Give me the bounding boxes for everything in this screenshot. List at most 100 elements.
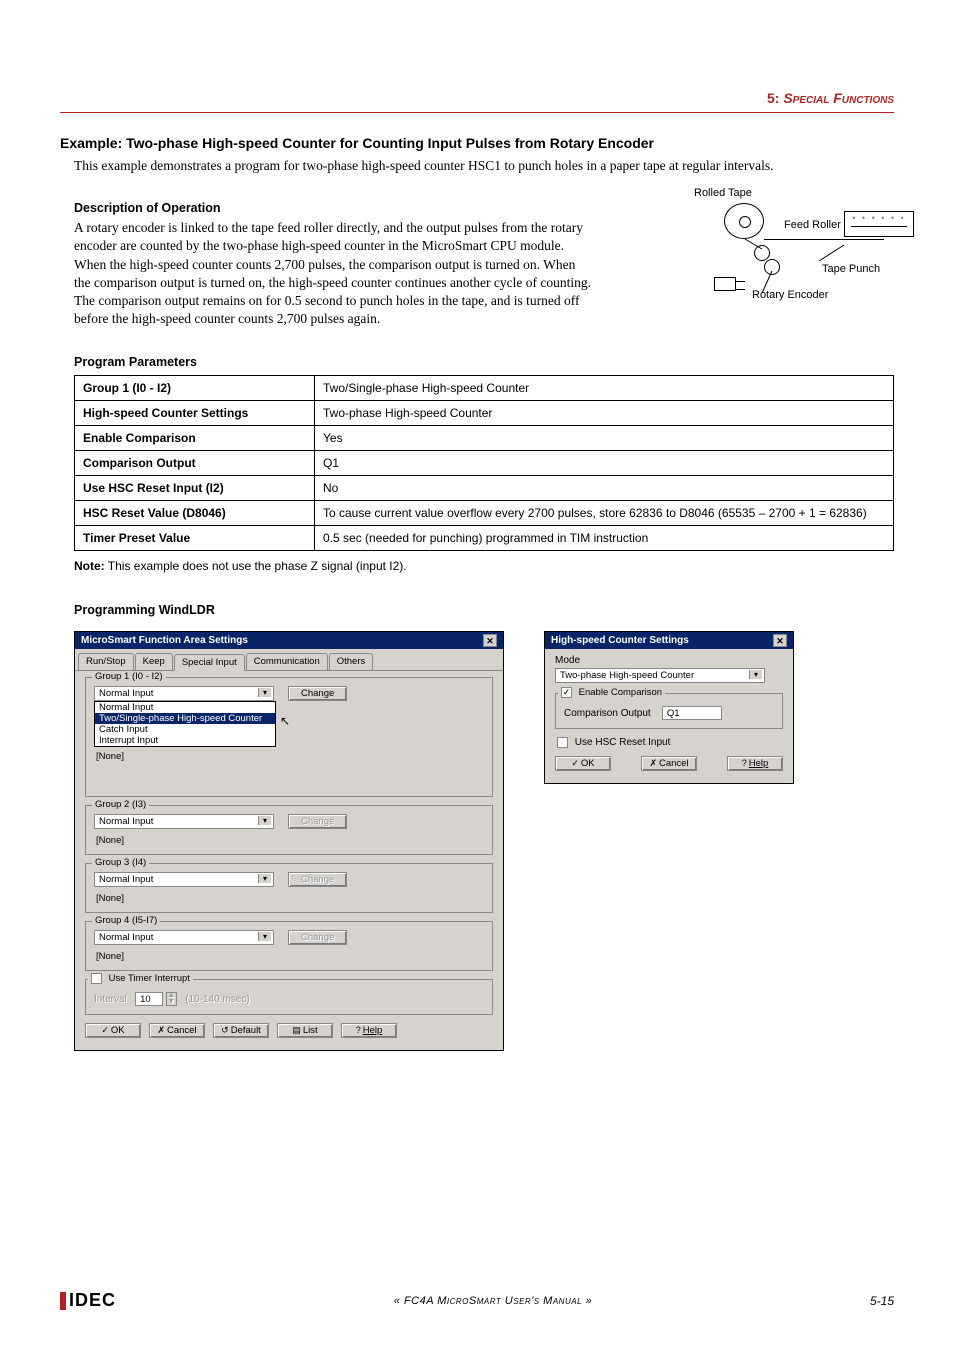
mode-value: Two-phase High-speed Counter bbox=[560, 670, 694, 681]
group1-box: Group 1 (I0 - I2) Normal Input Normal In… bbox=[85, 677, 493, 797]
param-value: No bbox=[315, 475, 894, 500]
check-icon: ✓ bbox=[571, 758, 579, 768]
dropdown-list: Normal InputTwo/Single-phase High-speed … bbox=[94, 701, 276, 747]
operation-diagram: Rolled Tape Feed Roller • • • • • • Tape… bbox=[614, 189, 894, 329]
dialog2-buttons: ✓OK ✗Cancel ?Help bbox=[555, 756, 783, 773]
note-line: Note: This example does not use the phas… bbox=[74, 559, 894, 573]
dialog1-title: MicroSmart Function Area Settings bbox=[81, 635, 248, 646]
group2-box: Group 2 (I3) Normal Input Change [None] bbox=[85, 805, 493, 855]
group3-change-button: Change bbox=[288, 872, 347, 887]
x-icon: ✗ bbox=[649, 758, 657, 768]
description-heading: Description of Operation bbox=[74, 201, 594, 215]
list-button[interactable]: ▤List bbox=[277, 1023, 333, 1038]
param-value: Two-phase High-speed Counter bbox=[315, 400, 894, 425]
dialog1-titlebar: MicroSmart Function Area Settings ✕ bbox=[75, 632, 503, 649]
page-footer: IDEC « FC4A MicroSmart User's Manual » 5… bbox=[60, 1290, 894, 1311]
help-icon: ? bbox=[356, 1025, 361, 1035]
dialog1-buttons: ✓OK ✗Cancel ↺Default ▤List ?Help bbox=[85, 1023, 493, 1040]
param-value: Q1 bbox=[315, 450, 894, 475]
logo-text: IDEC bbox=[69, 1290, 116, 1311]
group1-label: Group 1 (I0 - I2) bbox=[92, 671, 166, 682]
note-text: This example does not use the phase Z si… bbox=[105, 559, 407, 573]
cancel-button[interactable]: ✗Cancel bbox=[641, 756, 697, 771]
group2-change-button: Change bbox=[288, 814, 347, 829]
dropdown-option[interactable]: Normal Input bbox=[95, 702, 275, 713]
description-body: A rotary encoder is linked to the tape f… bbox=[74, 219, 594, 328]
hsc-settings-dialog: High-speed Counter Settings ✕ Mode Two-p… bbox=[544, 631, 794, 784]
tab-special-input[interactable]: Special Input bbox=[174, 654, 245, 671]
enable-comparison-label: Enable Comparison bbox=[579, 687, 662, 698]
function-area-settings-dialog: MicroSmart Function Area Settings ✕ Run/… bbox=[74, 631, 504, 1051]
param-value: Two/Single-phase High-speed Counter bbox=[315, 375, 894, 400]
group1-change-button[interactable]: Change bbox=[288, 686, 347, 701]
table-row: High-speed Counter SettingsTwo-phase Hig… bbox=[75, 400, 894, 425]
programming-heading: Programming WindLDR bbox=[74, 603, 894, 617]
tab-run-stop[interactable]: Run/Stop bbox=[78, 653, 134, 670]
dialog2-titlebar: High-speed Counter Settings ✕ bbox=[545, 632, 793, 649]
param-key: Enable Comparison bbox=[75, 425, 315, 450]
param-key: Group 1 (I0 - I2) bbox=[75, 375, 315, 400]
param-key: High-speed Counter Settings bbox=[75, 400, 315, 425]
param-value: 0.5 sec (needed for punching) programmed… bbox=[315, 525, 894, 550]
table-row: Group 1 (I0 - I2)Two/Single-phase High-s… bbox=[75, 375, 894, 400]
idec-logo: IDEC bbox=[60, 1290, 116, 1311]
dialog1-tabs: Run/StopKeepSpecial InputCommunicationOt… bbox=[75, 649, 503, 671]
example-intro: This example demonstrates a program for … bbox=[74, 157, 894, 175]
group1-mode-dropdown[interactable]: Normal Input Normal InputTwo/Single-phas… bbox=[94, 686, 274, 701]
dropdown-option[interactable]: Interrupt Input bbox=[95, 735, 275, 746]
ok-button[interactable]: ✓OK bbox=[555, 756, 611, 771]
help-button[interactable]: ?Help bbox=[727, 756, 783, 771]
cancel-button[interactable]: ✗Cancel bbox=[149, 1023, 205, 1038]
close-icon[interactable]: ✕ bbox=[483, 634, 497, 647]
dropdown-option[interactable]: Two/Single-phase High-speed Counter bbox=[95, 713, 275, 724]
program-parameters-table: Group 1 (I0 - I2)Two/Single-phase High-s… bbox=[74, 375, 894, 551]
dropdown-selected: Normal Input bbox=[99, 816, 153, 827]
group3-mode-dropdown[interactable]: Normal Input bbox=[94, 872, 274, 887]
help-button[interactable]: ?Help bbox=[341, 1023, 397, 1038]
chapter-header: 5: Special Functions bbox=[60, 90, 894, 106]
mode-dropdown[interactable]: Two-phase High-speed Counter bbox=[555, 668, 765, 683]
spinner-icon[interactable]: ▲▼ bbox=[166, 992, 177, 1006]
comparison-box: ✓ Enable Comparison Comparison Output Q1 bbox=[555, 693, 783, 729]
group3-none: [None] bbox=[96, 893, 484, 904]
group4-mode-dropdown[interactable]: Normal Input bbox=[94, 930, 274, 945]
table-row: HSC Reset Value (D8046)To cause current … bbox=[75, 500, 894, 525]
close-icon[interactable]: ✕ bbox=[773, 634, 787, 647]
param-key: HSC Reset Value (D8046) bbox=[75, 500, 315, 525]
comparison-output-input[interactable]: Q1 bbox=[662, 706, 722, 720]
group2-mode-dropdown[interactable]: Normal Input bbox=[94, 814, 274, 829]
param-key: Comparison Output bbox=[75, 450, 315, 475]
param-value: To cause current value overflow every 27… bbox=[315, 500, 894, 525]
default-button[interactable]: ↺Default bbox=[213, 1023, 269, 1038]
timer-interrupt-label: Use Timer Interrupt bbox=[109, 973, 190, 984]
table-row: Use HSC Reset Input (I2)No bbox=[75, 475, 894, 500]
comparison-output-label: Comparison Output bbox=[564, 708, 651, 719]
group2-none: [None] bbox=[96, 835, 484, 846]
table-row: Comparison OutputQ1 bbox=[75, 450, 894, 475]
use-hsc-reset-label: Use HSC Reset Input bbox=[575, 737, 671, 748]
tab-others[interactable]: Others bbox=[329, 653, 374, 670]
ok-button[interactable]: ✓OK bbox=[85, 1023, 141, 1038]
group4-label: Group 4 (I5-I7) bbox=[92, 915, 160, 926]
table-row: Enable ComparisonYes bbox=[75, 425, 894, 450]
dropdown-selected: Normal Input bbox=[99, 874, 153, 885]
group4-box: Group 4 (I5-I7) Normal Input Change [Non… bbox=[85, 921, 493, 971]
param-value: Yes bbox=[315, 425, 894, 450]
mode-label: Mode bbox=[555, 655, 783, 666]
x-icon: ✗ bbox=[157, 1025, 165, 1035]
use-hsc-reset-checkbox[interactable] bbox=[557, 737, 568, 748]
help-icon: ? bbox=[742, 758, 747, 768]
param-key: Timer Preset Value bbox=[75, 525, 315, 550]
interval-input[interactable]: 10 bbox=[135, 992, 163, 1006]
dropdown-option[interactable]: Catch Input bbox=[95, 724, 275, 735]
enable-comparison-checkbox[interactable]: ✓ bbox=[561, 687, 572, 698]
table-row: Timer Preset Value0.5 sec (needed for pu… bbox=[75, 525, 894, 550]
timer-interrupt-checkbox[interactable] bbox=[91, 973, 102, 984]
footer-center: « FC4A MicroSmart User's Manual » bbox=[394, 1295, 592, 1307]
dropdown-selected: Normal Input bbox=[99, 932, 153, 943]
group3-label: Group 3 (I4) bbox=[92, 857, 149, 868]
tab-communication[interactable]: Communication bbox=[246, 653, 328, 670]
tab-keep[interactable]: Keep bbox=[135, 653, 173, 670]
group2-label: Group 2 (I3) bbox=[92, 799, 149, 810]
check-icon: ✓ bbox=[101, 1025, 109, 1035]
